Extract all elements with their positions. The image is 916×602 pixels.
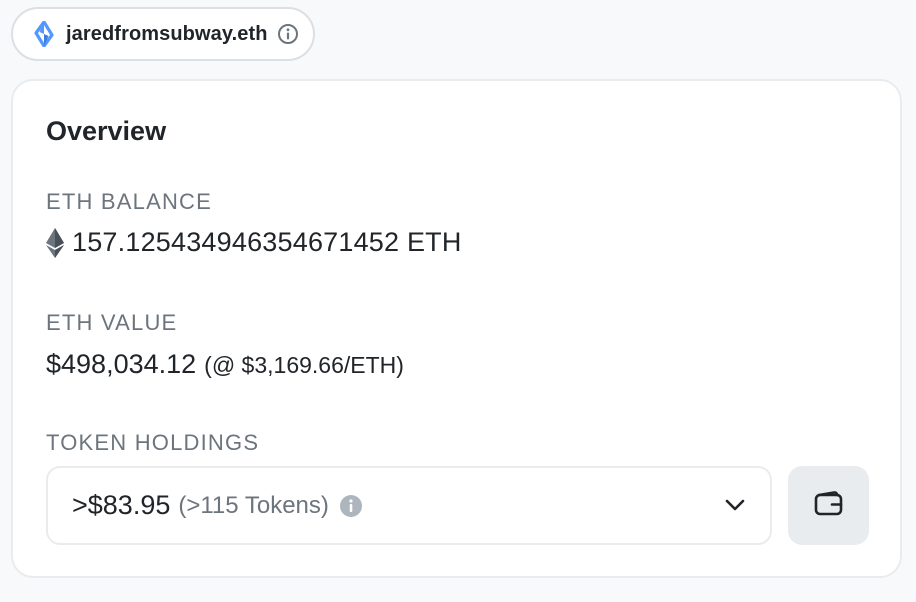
eth-balance-row: 157.125434946354671452 ETH <box>46 227 462 258</box>
eth-balance-label: ETH BALANCE <box>46 189 213 214</box>
overview-card: Overview ETH BALANCE 157.125434946354671… <box>11 79 902 578</box>
eth-price-rate: (@ $3,169.66/ETH) <box>204 352 404 378</box>
overview-title: Overview <box>46 116 167 146</box>
token-count: (>115 Tokens) <box>178 491 329 519</box>
token-holdings-dropdown[interactable]: >$83.95 (>115 Tokens) <box>46 466 772 545</box>
wallet-icon <box>814 491 844 520</box>
eth-value-amount: $498,034.12 <box>46 349 197 379</box>
token-holdings-amount: >$83.95 <box>72 490 171 520</box>
token-holdings-label: TOKEN HOLDINGS <box>46 430 260 455</box>
eth-value-label: ETH VALUE <box>46 310 178 335</box>
ens-logo-icon <box>31 21 57 47</box>
ens-name-badge[interactable]: jaredfromsubway.eth <box>11 7 315 61</box>
info-icon[interactable] <box>339 494 363 518</box>
eth-balance-value: 157.125434946354671452 ETH <box>72 227 462 257</box>
eth-value-row: $498,034.12 (@ $3,169.66/ETH) <box>46 349 404 380</box>
chevron-down-icon[interactable] <box>722 492 748 518</box>
wallet-button[interactable] <box>788 466 869 545</box>
info-icon[interactable] <box>277 23 299 45</box>
ens-name-label: jaredfromsubway.eth <box>66 22 268 45</box>
ethereum-icon <box>46 227 64 258</box>
